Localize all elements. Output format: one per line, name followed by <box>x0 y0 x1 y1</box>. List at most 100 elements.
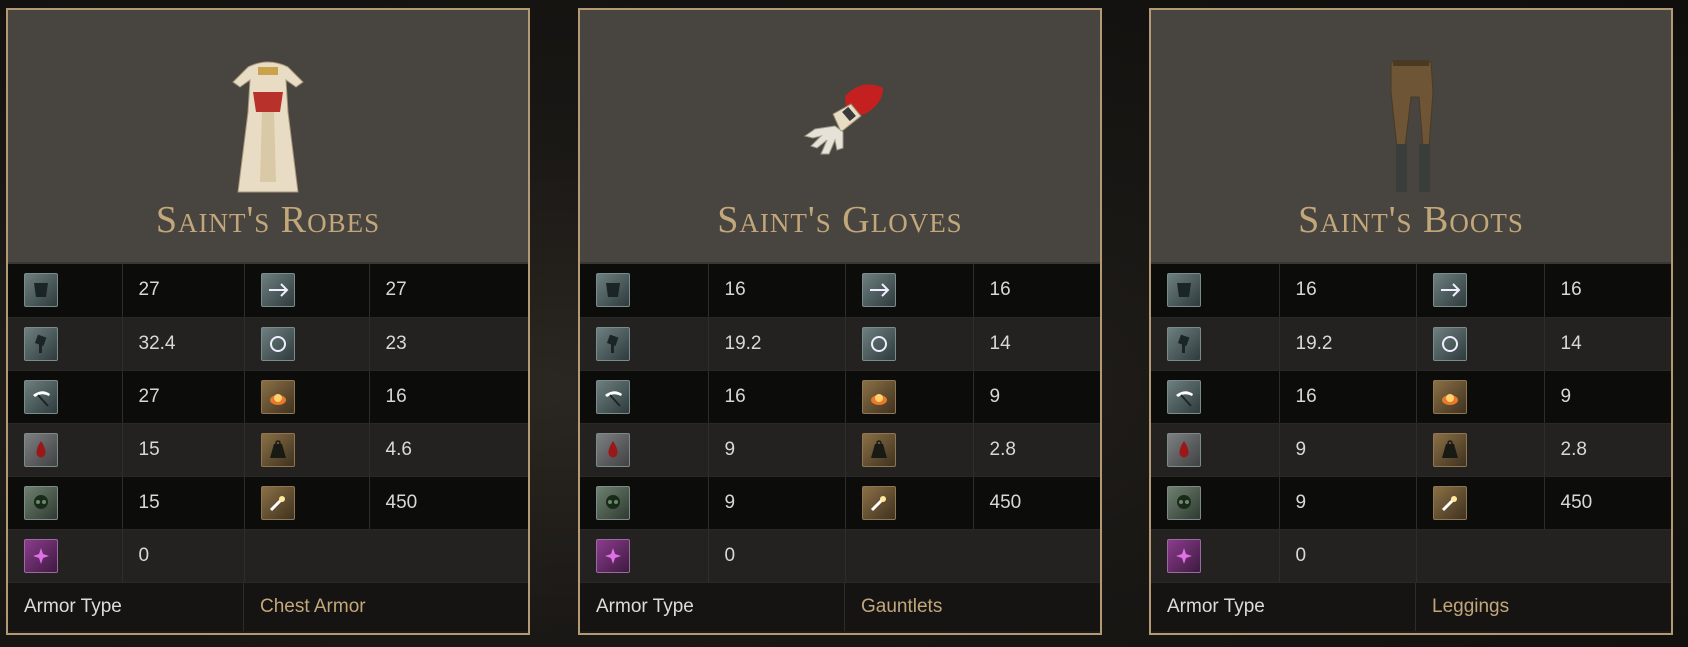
stat-value: 27 <box>369 264 528 318</box>
stat-value: 15 <box>122 476 245 530</box>
magic-swirl-icon <box>1432 326 1467 361</box>
card-title: Saint's Gloves <box>717 199 963 241</box>
magic-swirl-icon <box>861 326 896 361</box>
pierce-icon <box>1432 273 1467 308</box>
stat-value: 16 <box>1279 264 1417 318</box>
stat-value: 450 <box>973 476 1100 530</box>
durability-icon <box>861 485 896 520</box>
table-row: 15 4.6 <box>8 423 528 477</box>
armor-type-value: Gauntlets <box>861 595 943 617</box>
stat-value: 9 <box>1544 370 1671 424</box>
durability-icon <box>260 485 295 520</box>
armor-type-row: Armor Type Chest Armor <box>8 582 528 631</box>
stat-value: 14 <box>973 317 1100 371</box>
magic-icon <box>596 538 630 573</box>
table-row: 27 16 <box>8 370 528 424</box>
poison-icon <box>596 485 630 520</box>
table-row: 27 27 <box>8 264 528 318</box>
stat-value: 27 <box>122 264 245 318</box>
magic-swirl-icon <box>260 326 295 361</box>
armor-icon <box>596 273 630 308</box>
table-row: 19.2 14 <box>1151 317 1671 371</box>
stat-value: 16 <box>708 370 846 424</box>
fire-icon <box>1432 379 1467 414</box>
armor-type-row: Armor Type Leggings <box>1151 582 1671 631</box>
table-row: 16 16 <box>580 264 1100 318</box>
armor-type-row: Armor Type Gauntlets <box>580 582 1100 631</box>
stat-value: 0 <box>1279 529 1417 583</box>
stat-value: 450 <box>1544 476 1671 530</box>
item-card-boots: Saint's Boots 16 16 19.2 14 16 9 9 2.8 9… <box>1149 8 1673 635</box>
slash-icon <box>24 379 58 414</box>
strike-icon <box>596 326 630 361</box>
table-row: 9 2.8 <box>1151 423 1671 477</box>
armor-icon <box>24 273 58 308</box>
stat-value: 9 <box>708 423 846 477</box>
stat-value: 16 <box>1544 264 1671 318</box>
weight-icon <box>1432 432 1467 467</box>
card-title: Saint's Robes <box>155 199 381 241</box>
weight-icon <box>861 432 896 467</box>
stat-value: 19.2 <box>1279 317 1417 371</box>
table-row: 9 2.8 <box>580 423 1100 477</box>
table-row: 0 <box>8 529 528 583</box>
item-card-robes: Saint's Robes 27 27 32.4 23 27 16 15 4.6 <box>6 8 530 635</box>
stats-table: 16 16 19.2 14 16 9 9 2.8 9 450 0 <box>580 264 1100 583</box>
table-row: 16 16 <box>1151 264 1671 318</box>
stat-value: 9 <box>708 476 846 530</box>
stat-value: 32.4 <box>122 317 245 371</box>
stat-value: 16 <box>1279 370 1417 424</box>
fire-icon <box>861 379 896 414</box>
strike-icon <box>24 326 58 361</box>
robes-image <box>232 61 304 193</box>
armor-type-label: Armor Type <box>8 582 244 631</box>
durability-icon <box>1432 485 1467 520</box>
slash-icon <box>596 379 630 414</box>
table-row: 0 <box>580 529 1100 583</box>
stat-value: 2.8 <box>1544 423 1671 477</box>
armor-icon <box>1167 273 1201 308</box>
stat-value: 14 <box>1544 317 1671 371</box>
stat-value: 0 <box>122 529 245 583</box>
bleed-icon <box>596 432 630 467</box>
magic-icon <box>24 538 58 573</box>
stat-value: 2.8 <box>973 423 1100 477</box>
stat-value: 15 <box>122 423 245 477</box>
stat-value: 23 <box>369 317 528 371</box>
armor-type-value: Chest Armor <box>260 595 366 617</box>
stat-value: 19.2 <box>708 317 846 371</box>
table-row: 16 9 <box>1151 370 1671 424</box>
strike-icon <box>1167 326 1201 361</box>
card-header: Saint's Gloves <box>580 10 1100 264</box>
item-card-gloves: Saint's Gloves 16 16 19.2 14 16 9 9 2.8 <box>578 8 1102 635</box>
stats-table: 27 27 32.4 23 27 16 15 4.6 15 450 0 <box>8 264 528 583</box>
pierce-icon <box>260 273 295 308</box>
fire-icon <box>260 379 295 414</box>
stat-value: 4.6 <box>369 423 528 477</box>
stat-value: 0 <box>708 529 846 583</box>
magic-icon <box>1167 538 1201 573</box>
bleed-icon <box>24 432 58 467</box>
table-row: 9 450 <box>1151 476 1671 530</box>
table-row: 19.2 14 <box>580 317 1100 371</box>
armor-type-label: Armor Type <box>1151 582 1416 631</box>
stat-value: 16 <box>369 370 528 424</box>
poison-icon <box>1167 485 1201 520</box>
gloves-image <box>803 84 883 155</box>
stat-value: 16 <box>973 264 1100 318</box>
card-header: Saint's Boots <box>1151 10 1671 264</box>
bleed-icon <box>1167 432 1201 467</box>
stat-value: 9 <box>1279 423 1417 477</box>
stat-value: 27 <box>122 370 245 424</box>
armor-type-value: Leggings <box>1432 595 1510 617</box>
card-header: Saint's Robes <box>8 10 528 264</box>
stat-value: 9 <box>1279 476 1417 530</box>
table-row: 16 9 <box>580 370 1100 424</box>
table-row: 32.4 23 <box>8 317 528 371</box>
poison-icon <box>24 485 58 520</box>
table-row: 9 450 <box>580 476 1100 530</box>
card-title: Saint's Boots <box>1298 199 1524 241</box>
boots-image <box>1390 60 1434 192</box>
table-row: 15 450 <box>8 476 528 530</box>
stat-value: 16 <box>708 264 846 318</box>
